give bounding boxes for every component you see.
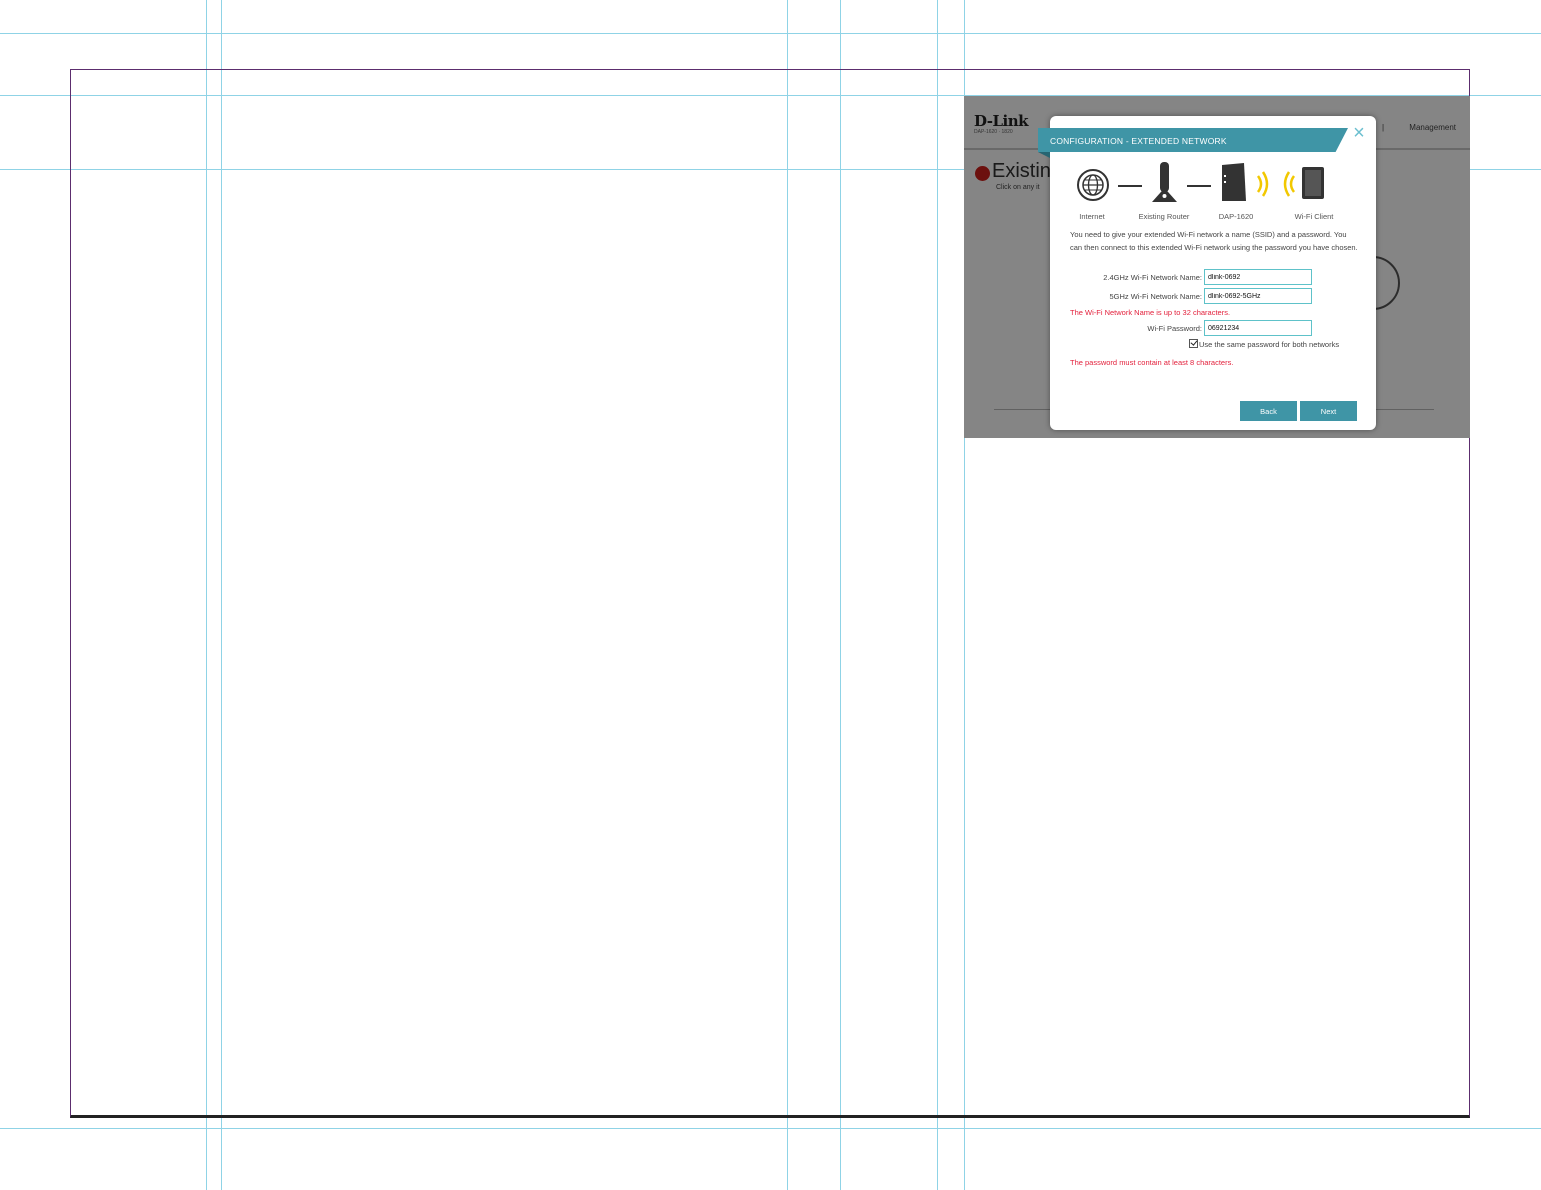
network-diagram: Internet Existing Router DAP-1620 Wi-Fi …	[1050, 162, 1376, 226]
connection-line	[1187, 185, 1211, 187]
same-password-label: Use the same password for both networks	[1199, 340, 1340, 349]
ssid-5-label: 5GHz Wi-Fi Network Name:	[1109, 292, 1202, 301]
router-icon	[1152, 162, 1177, 202]
ssid-24-label: 2.4GHz Wi-Fi Network Name:	[1103, 273, 1202, 282]
dialog-description: You need to give your extended Wi-Fi net…	[1070, 230, 1358, 252]
router-setup-screenshot: D-Link DAP-1620 · 1820 | Management Exis…	[964, 96, 1470, 438]
back-button[interactable]: Back	[1240, 401, 1297, 421]
ssid-length-warning: The Wi-Fi Network Name is up to 32 chara…	[1070, 308, 1231, 317]
layout-guide-horizontal	[0, 33, 1541, 34]
password-label: Wi-Fi Password:	[1147, 324, 1202, 333]
next-button[interactable]: Next	[1300, 401, 1357, 421]
wifi-signal-icon	[1256, 171, 1269, 197]
dialog-title: CONFIGURATION - EXTENDED NETWORK	[1050, 136, 1227, 146]
same-password-checkbox[interactable]	[1189, 339, 1198, 348]
connection-line	[1118, 185, 1142, 187]
extender-icon	[1222, 163, 1246, 201]
password-length-warning: The password must contain at least 8 cha…	[1070, 358, 1234, 367]
diagram-label-router: Existing Router	[1138, 212, 1190, 221]
ssid-5-input[interactable]	[1204, 288, 1312, 304]
diagram-label-internet: Internet	[1079, 212, 1105, 221]
diagram-label-extender: DAP-1620	[1218, 212, 1254, 221]
wifi-signal-icon	[1283, 171, 1296, 197]
tablet-icon	[1302, 167, 1324, 199]
banner-fold	[1038, 152, 1050, 158]
close-icon[interactable]: ×	[1349, 123, 1369, 143]
ssid-24-input[interactable]	[1204, 269, 1312, 285]
password-input[interactable]	[1204, 320, 1312, 336]
extended-network-dialog: CONFIGURATION - EXTENDED NETWORK × Inter…	[1038, 116, 1376, 430]
globe-icon	[1077, 169, 1109, 201]
same-password-option[interactable]: Use the same password for both networks	[1189, 339, 1339, 349]
diagram-label-client: Wi-Fi Client	[1294, 212, 1334, 221]
layout-guide-horizontal	[0, 1128, 1541, 1129]
